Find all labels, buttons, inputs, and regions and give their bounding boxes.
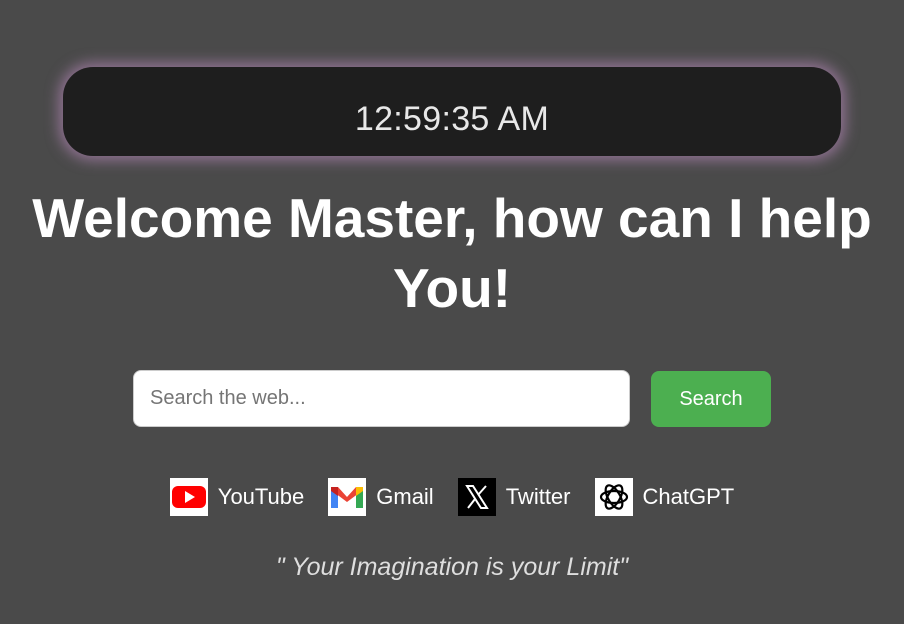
chatgpt-link-label: ChatGPT: [642, 484, 735, 509]
gmail-icon: [328, 478, 367, 516]
twitter-link[interactable]: Twitter: [457, 478, 571, 516]
youtube-icon: [169, 478, 208, 516]
youtube-link[interactable]: YouTube: [169, 478, 305, 516]
start-page: 12:59:35 AM Welcome Master, how can I he…: [0, 0, 904, 624]
chatgpt-link[interactable]: ChatGPT: [594, 478, 735, 516]
clock-time: 12:59:35 AM: [354, 100, 550, 138]
quote-text: " Your Imagination is your Limit": [275, 553, 629, 581]
search-input[interactable]: [133, 370, 630, 427]
youtube-link-label: YouTube: [217, 484, 305, 509]
gmail-link-label: Gmail: [376, 484, 434, 509]
welcome-heading: Welcome Master, how can I help You!: [32, 187, 872, 319]
quick-links: YouTube Gmail Twitter ChatGPT: [0, 477, 904, 517]
gmail-link[interactable]: Gmail: [328, 478, 434, 516]
x-twitter-icon: [457, 478, 496, 516]
chatgpt-icon: [594, 478, 633, 516]
search-button[interactable]: Search: [651, 371, 771, 427]
twitter-link-label: Twitter: [505, 484, 571, 509]
clock-panel: 12:59:35 AM: [63, 67, 841, 156]
